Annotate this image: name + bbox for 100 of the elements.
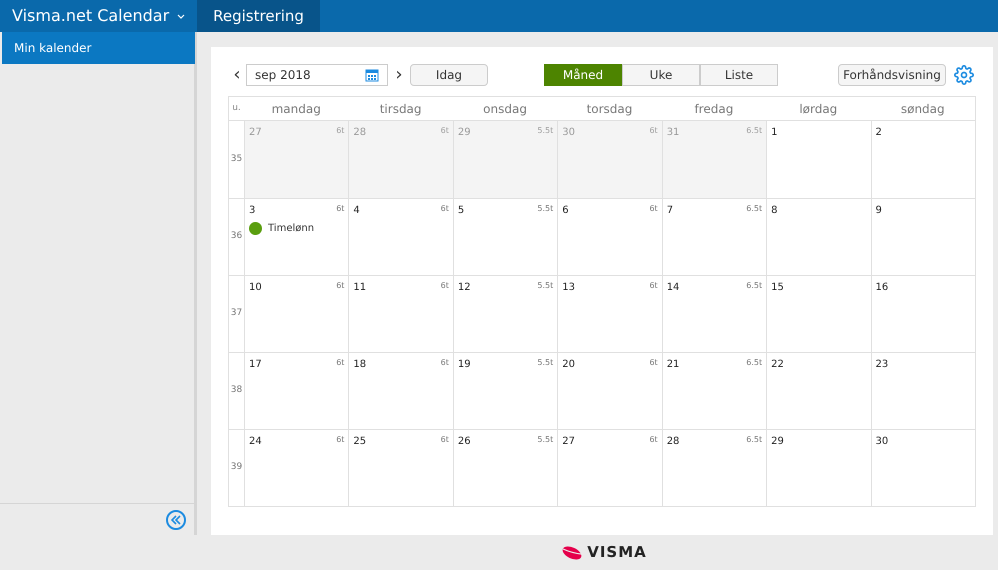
day-cell[interactable]: 17 6t <box>244 353 348 429</box>
day-number: 3 <box>249 204 256 218</box>
weekday-header: fredag <box>693 100 734 118</box>
day-cell[interactable]: 19 5.5t <box>452 353 558 429</box>
day-number: 1 <box>771 126 778 140</box>
week-number: 35 <box>230 152 242 166</box>
day-number: 13 <box>562 281 575 295</box>
hours-label: 6.5t <box>746 357 762 369</box>
hours-label: 6t <box>649 280 658 292</box>
hours-label: 6t <box>440 203 449 215</box>
hours-label: 6t <box>649 357 658 369</box>
hours-label: 6t <box>440 434 449 446</box>
week-number: 38 <box>230 384 242 398</box>
view-tab[interactable]: Uke <box>622 64 700 86</box>
settings-icon <box>954 65 974 85</box>
hours-label: 6.5t <box>746 125 762 137</box>
day-number: 15 <box>771 281 784 295</box>
day-number: 28 <box>353 126 366 140</box>
hours-label: 6t <box>336 203 344 215</box>
hours-label: 6t <box>336 357 344 369</box>
calendar-icon <box>365 68 379 82</box>
day-cell[interactable]: 10 6t <box>244 276 348 352</box>
day-number: 20 <box>562 358 575 372</box>
weekday-header: tirsdag <box>378 100 423 118</box>
day-number: 30 <box>876 435 888 449</box>
view-tab[interactable]: Måned <box>544 64 622 86</box>
hours-label: 6t <box>649 125 658 137</box>
nav-tab[interactable]: Registrering <box>197 0 320 32</box>
day-number: 25 <box>353 435 366 449</box>
weekday-header: lørdag <box>798 100 838 118</box>
day-number: 12 <box>458 281 471 295</box>
weekday-header: torsdag <box>586 100 634 118</box>
previous-button[interactable]: ‹ <box>228 66 246 84</box>
weekday-header: onsdag <box>482 100 528 118</box>
day-cell[interactable]: 24 6t <box>244 430 348 506</box>
weekday-header: søndag <box>900 100 946 118</box>
hours-label: 5.5t <box>537 434 554 446</box>
day-number: 18 <box>353 358 366 372</box>
next-button[interactable]: › <box>388 66 410 84</box>
day-number: 11 <box>353 281 366 295</box>
today-button[interactable]: Idag <box>410 64 488 86</box>
sidebar-item[interactable]: Min kalender <box>2 32 195 64</box>
weekday-header: mandag <box>270 100 322 118</box>
week-column-header: u. <box>231 102 242 115</box>
chevron-down-icon <box>177 14 186 18</box>
hours-label: 6.5t <box>746 434 762 446</box>
preview-button[interactable]: Forhåndsvisning <box>838 64 946 86</box>
hours-label: 6t <box>336 125 344 137</box>
hours-label: 5.5t <box>537 203 554 215</box>
day-number: 4 <box>353 204 360 218</box>
day-number: 30 <box>562 126 575 140</box>
collapse-button[interactable] <box>166 510 186 530</box>
hours-label: 6t <box>336 280 344 292</box>
hours-label: 6.5t <box>746 280 762 292</box>
double-chevron-left-icon <box>171 514 181 524</box>
day-number: 22 <box>771 358 784 372</box>
day-cell[interactable]: 26 5.5t <box>452 430 558 506</box>
hours-label: 6.5t <box>746 203 762 215</box>
day-number: 9 <box>876 204 882 218</box>
day-number: 31 <box>666 126 680 140</box>
hours-label: 5.5t <box>537 125 554 137</box>
day-number: 28 <box>666 435 680 449</box>
day-number: 16 <box>876 281 888 295</box>
day-number: 26 <box>458 435 471 449</box>
view-tab[interactable]: Liste <box>700 64 778 86</box>
day-number: 29 <box>458 126 471 140</box>
hours-label: 6t <box>440 280 449 292</box>
day-cell[interactable]: 5 5.5t <box>452 199 558 275</box>
week-number: 39 <box>230 461 242 474</box>
day-number: 17 <box>249 358 262 372</box>
brand-name: VISMA <box>587 542 647 564</box>
day-number: 29 <box>771 435 784 449</box>
day-number: 10 <box>249 281 262 295</box>
app-title-menu[interactable]: Visma.net Calendar <box>0 0 198 32</box>
hours-label: 6t <box>649 434 658 446</box>
settings-button[interactable] <box>954 65 974 85</box>
week-number: 37 <box>230 307 242 320</box>
day-number: 21 <box>666 358 680 372</box>
hours-label: 5.5t <box>537 280 554 292</box>
day-number: 14 <box>666 281 680 295</box>
day-number: 27 <box>249 126 262 140</box>
day-number: 8 <box>771 204 778 218</box>
event-label[interactable]: Timelønn <box>268 221 314 236</box>
hours-label: 6t <box>336 434 344 446</box>
day-number: 24 <box>249 435 262 449</box>
logo-icon <box>561 546 584 560</box>
day-cell[interactable]: 3 6t Timelønn <box>244 199 348 275</box>
day-number: 7 <box>666 204 674 218</box>
day-number: 6 <box>562 204 569 218</box>
date-value: sep 2018 <box>255 67 311 84</box>
day-cell[interactable]: 12 5.5t <box>452 276 558 352</box>
date-field[interactable]: sep 2018 <box>246 64 388 86</box>
day-number: 19 <box>458 358 471 372</box>
day-number: 27 <box>562 435 575 449</box>
day-number: 2 <box>876 126 882 140</box>
hours-label: 6t <box>649 203 658 215</box>
hours-label: 6t <box>440 125 449 137</box>
hours-label: 5.5t <box>537 357 554 369</box>
day-number: 23 <box>876 358 888 372</box>
day-number: 5 <box>458 204 464 218</box>
